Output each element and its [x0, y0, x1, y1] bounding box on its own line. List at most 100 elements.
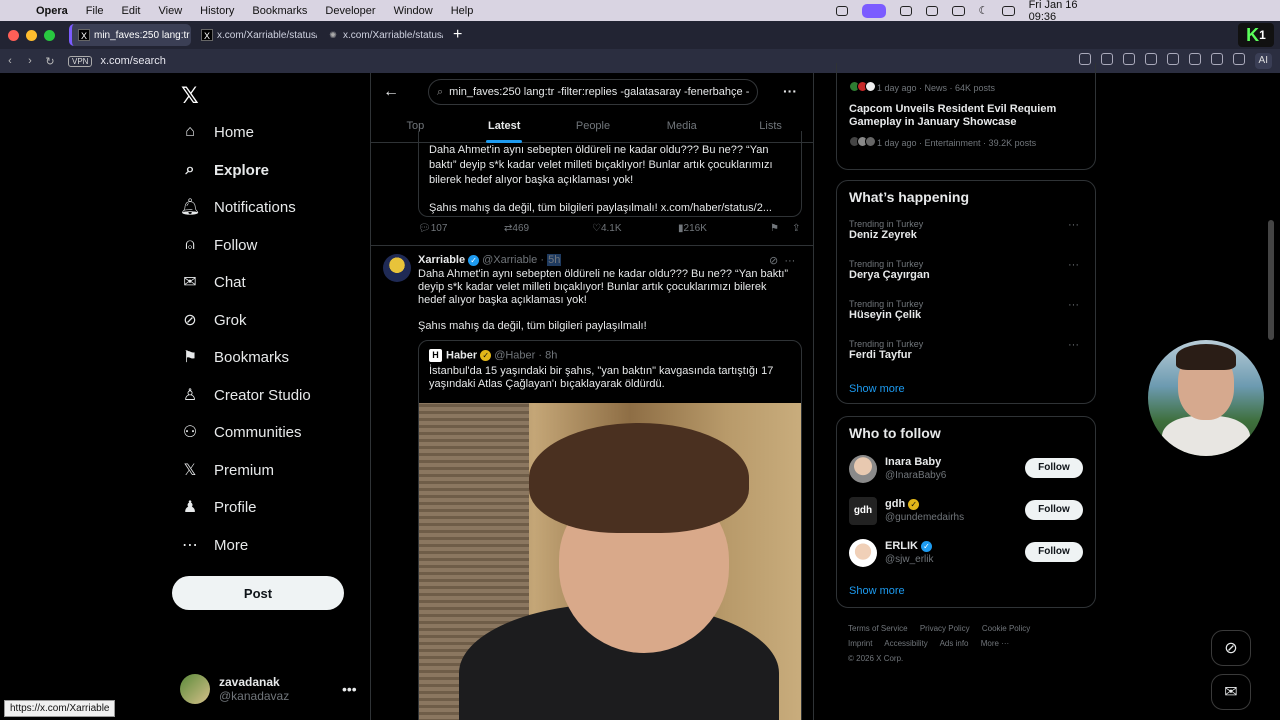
zoom-window-button[interactable]	[44, 29, 55, 41]
control-center-icon[interactable]	[1002, 5, 1015, 16]
author-name[interactable]: Xarriable	[418, 254, 465, 266]
menu-file[interactable]: File	[86, 5, 104, 17]
forward-arrow-icon[interactable]: ›	[20, 55, 40, 67]
more-dots-icon[interactable]: ···	[1068, 219, 1079, 231]
avatar[interactable]	[383, 254, 411, 282]
more-dots-icon[interactable]: ···	[784, 255, 795, 267]
nav-grok[interactable]: ⊘ Grok	[180, 310, 246, 330]
k-extension-badge[interactable]: K1	[1238, 23, 1274, 47]
menu-help[interactable]: Help	[451, 5, 474, 17]
menubar-clock[interactable]: Fri Jan 16 09:36	[1029, 0, 1096, 23]
views-button[interactable]: ▮ 216K	[678, 223, 770, 234]
news-item[interactable]: 1 day ago · News · 64K posts	[849, 78, 995, 96]
footer-link[interactable]: Privacy Policy	[920, 624, 970, 633]
moon-icon[interactable]: ☾	[979, 4, 989, 17]
menu-view[interactable]: View	[159, 5, 183, 17]
reply-button[interactable]: 💬︎ 107	[418, 223, 504, 234]
nav-follow[interactable]: ⍝ Follow	[180, 235, 257, 255]
menu-edit[interactable]: Edit	[122, 5, 141, 17]
follow-button[interactable]: Follow	[1025, 458, 1083, 478]
nav-premium[interactable]: 𝕏 Premium	[180, 460, 274, 480]
nav-bookmarks[interactable]: ⚑ Bookmarks	[180, 347, 289, 367]
menu-extra-icon[interactable]	[926, 5, 939, 16]
follow-suggestion[interactable]: ERLIK ✓ @sjw_erlik Follow	[849, 539, 1085, 571]
quoted-tweet[interactable]: H Haber ✓ @Haber · 8h İstanbul'da 15 yaşınd…	[418, 340, 802, 720]
grok-fab-button[interactable]: ⊘	[1211, 630, 1251, 666]
trend-item[interactable]: Trending in Turkey Hüseyin Çelik ···	[849, 299, 1085, 321]
scrollbar-thumb[interactable]	[1268, 220, 1274, 340]
nav-explore[interactable]: ⌕ Explore	[180, 160, 270, 180]
follow-button[interactable]: Follow	[1025, 542, 1083, 562]
browser-tab-status-2[interactable]: ✺ x.com/Xarriable/status/2	[321, 24, 443, 46]
account-switcher[interactable]: zavadanak @kanadavaz	[180, 674, 289, 704]
more-dots-icon[interactable]: ···	[1068, 339, 1079, 351]
grok-icon[interactable]: ⊘	[769, 255, 778, 267]
footer-link[interactable]: Accessibility	[884, 639, 928, 648]
footer-link[interactable]: Imprint	[848, 639, 872, 648]
menu-app-name[interactable]: Opera	[36, 5, 68, 17]
nav-creator-studio[interactable]: ♙ Creator Studio	[180, 385, 311, 405]
repost-button[interactable]: ⇄ 469	[504, 223, 592, 234]
screen-icon[interactable]	[836, 5, 849, 16]
follow-suggestion[interactable]: Inara Baby @InaraBaby6 Follow	[849, 455, 1085, 487]
quoted-tweet[interactable]: Daha Ahmet'in aynı sebepten öldüreli ne …	[418, 131, 802, 217]
reload-icon[interactable]: ↻	[40, 55, 60, 68]
browser-tab-search[interactable]: X min_faves:250 lang:tr -fi	[69, 24, 191, 46]
cube-icon[interactable]	[1232, 53, 1245, 65]
vpn-badge[interactable]: VPN	[68, 55, 93, 67]
more-dots-icon[interactable]: •••	[342, 681, 357, 697]
messages-fab-button[interactable]: ✉	[1211, 674, 1251, 710]
trend-item[interactable]: Trending in Turkey Derya Çayırgan ···	[849, 259, 1085, 281]
shield-icon[interactable]	[1122, 53, 1135, 65]
x-logo-icon[interactable]: 𝕏	[181, 83, 199, 109]
footer-link[interactable]: Cookie Policy	[982, 624, 1030, 633]
more-dots-icon[interactable]: ···	[783, 83, 797, 99]
list-icon[interactable]	[1188, 53, 1201, 65]
post-button[interactable]: Post	[172, 576, 344, 610]
search-input[interactable]: ⌕ min_faves:250 lang:tr -filter:replies …	[428, 79, 758, 105]
minimize-window-button[interactable]	[26, 29, 37, 41]
profile-icon[interactable]	[1210, 53, 1223, 65]
more-dots-icon[interactable]: ···	[1068, 299, 1079, 311]
more-dots-icon[interactable]: ···	[1068, 259, 1079, 271]
nav-more[interactable]: ⋯ More	[180, 535, 248, 555]
nav-notifications[interactable]: 🔔︎ Notifications	[180, 197, 296, 217]
show-more-link[interactable]: Show more	[849, 383, 905, 395]
back-arrow-icon[interactable]: ←	[383, 83, 399, 101]
news-item[interactable]: Capcom Unveils Resident Evil Requiem Gam…	[849, 103, 1056, 151]
menu-bookmarks[interactable]: Bookmarks	[252, 5, 307, 17]
show-more-link[interactable]: Show more	[849, 585, 905, 597]
url-field[interactable]: x.com/search	[100, 55, 165, 67]
trend-item[interactable]: Trending in Turkey Ferdi Tayfur ···	[849, 339, 1085, 361]
trend-item[interactable]: Trending in Turkey Deniz Zeyrek ···	[849, 219, 1085, 241]
author-handle[interactable]: @Xarriable	[482, 254, 537, 266]
follow-suggestion[interactable]: gdh gdh ✓ @gundemedairhs Follow	[849, 497, 1085, 529]
nav-communities[interactable]: ⚇ Communities	[180, 422, 302, 442]
camera-icon[interactable]	[1100, 53, 1113, 65]
footer-link[interactable]: More ···	[981, 639, 1009, 648]
heart-icon[interactable]	[1166, 53, 1179, 65]
nav-chat[interactable]: ✉ Chat	[180, 272, 245, 292]
close-window-button[interactable]	[8, 29, 19, 41]
menu-history[interactable]: History	[200, 5, 234, 17]
menu-developer[interactable]: Developer	[325, 5, 375, 17]
bookmark-icon[interactable]: ⚑	[770, 223, 792, 234]
opera-status-icon[interactable]	[862, 3, 886, 18]
new-tab-button[interactable]: +	[453, 26, 462, 44]
like-button[interactable]: ♡ 4.1K	[592, 223, 678, 234]
footer-link[interactable]: Ads info	[940, 639, 969, 648]
tweet-time[interactable]: 5h	[547, 254, 562, 266]
footer-link[interactable]: Terms of Service	[848, 624, 908, 633]
battery-icon[interactable]	[952, 5, 965, 16]
grid-icon[interactable]	[899, 5, 913, 16]
browser-tab-status-1[interactable]: X x.com/Xarriable/status/2	[195, 24, 317, 46]
menu-window[interactable]: Window	[394, 5, 433, 17]
quote-photo[interactable]	[419, 403, 801, 720]
ai-button[interactable]: AI	[1254, 53, 1272, 69]
play-icon[interactable]	[1144, 53, 1157, 65]
nav-home[interactable]: ⌂ Home	[180, 122, 254, 142]
nav-profile[interactable]: ♟ Profile	[180, 497, 257, 517]
follow-button[interactable]: Follow	[1025, 500, 1083, 520]
share-icon[interactable]: ⇪	[792, 223, 800, 234]
back-arrow-icon[interactable]: ‹	[0, 55, 20, 67]
